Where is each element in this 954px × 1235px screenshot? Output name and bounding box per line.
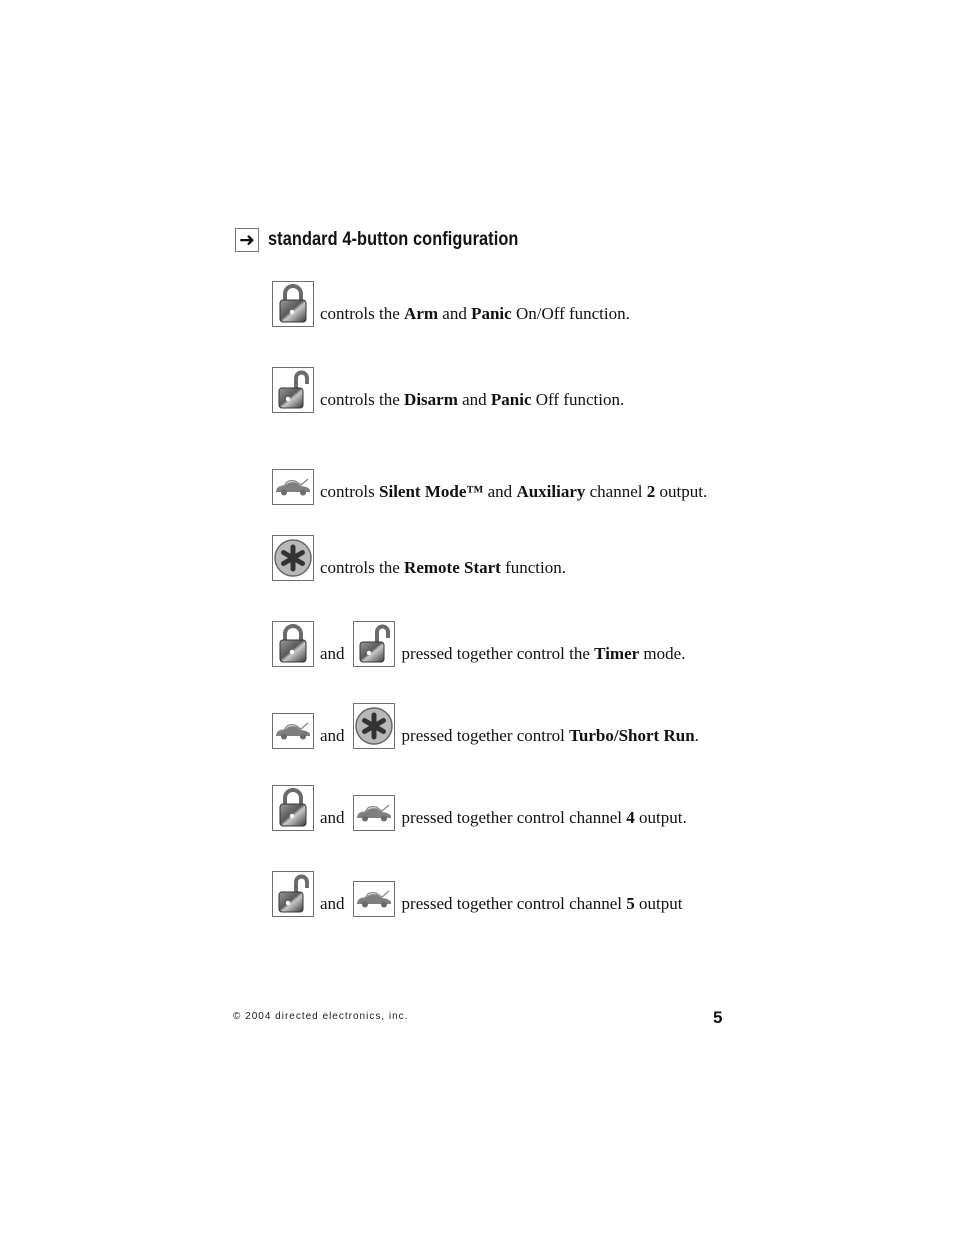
lock-closed-icon — [278, 284, 308, 324]
trunk-button — [272, 713, 314, 749]
text-segment: Off function. — [531, 390, 625, 409]
text-segment: controls — [320, 482, 380, 501]
arrow-right-icon: ➜ — [235, 228, 259, 252]
emphasis-text: 2 — [646, 482, 656, 501]
description-text: controls the Disarm and Panic Off functi… — [320, 390, 624, 413]
emphasis-text: Turbo/Short Run — [569, 726, 695, 745]
remote-start-button — [272, 535, 314, 581]
car-trunk-icon — [356, 888, 392, 910]
lock-open-icon — [358, 624, 390, 664]
connector-text: and — [320, 894, 345, 913]
emphasis-text: 4 — [626, 808, 635, 827]
emphasis-text: 5 — [626, 894, 635, 913]
lock-open-icon — [277, 874, 309, 914]
text-segment: pressed together control channel — [401, 808, 627, 827]
emphasis-text: Timer — [594, 644, 640, 663]
list-item: controls the Disarm and Panic Off functi… — [272, 367, 624, 413]
text-segment: channel — [585, 482, 647, 501]
emphasis-text: Panic — [490, 390, 532, 409]
section-title: standard 4-button configuration — [268, 229, 519, 250]
list-item: and pressed together control channel 4 ou… — [272, 785, 687, 831]
description-text: pressed together control the Timer mode. — [402, 644, 686, 667]
text-segment: output. — [634, 808, 687, 827]
description-text: controls Silent Mode™ and Auxiliary chan… — [320, 482, 707, 505]
text-segment: controls the — [320, 304, 405, 323]
trunk-button — [352, 795, 395, 831]
unlock-button — [352, 621, 395, 667]
trunk-button — [272, 469, 314, 505]
emphasis-text: Silent Mode™ — [379, 482, 484, 501]
emphasis-text: Disarm — [404, 390, 458, 409]
remote-start-button — [352, 703, 395, 749]
text-segment: and — [483, 482, 517, 501]
lock-button — [272, 621, 314, 667]
car-trunk-icon — [275, 720, 311, 742]
text-segment: output. — [655, 482, 708, 501]
text-segment: and — [457, 390, 491, 409]
emphasis-text: Arm — [404, 304, 439, 323]
emphasis-text: Remote Start — [404, 558, 501, 577]
list-item: and pressed together control Turbo/Short … — [272, 703, 699, 749]
trunk-button — [352, 881, 395, 917]
list-item: and pressed together control the Timer mo… — [272, 621, 685, 667]
unlock-button — [272, 871, 314, 917]
unlock-button — [272, 367, 314, 413]
section-heading: ➜ standard 4-button configuration — [235, 228, 559, 252]
text-segment: controls the — [320, 558, 405, 577]
lock-open-icon — [277, 370, 309, 410]
connector-text: and — [320, 726, 345, 745]
copyright: © 2004 directed electronics, inc. — [233, 1011, 409, 1022]
list-item: controls the Arm and Panic On/Off functi… — [272, 281, 630, 327]
description-text: controls the Remote Start function. — [320, 558, 566, 581]
lock-closed-icon — [278, 624, 308, 664]
list-item: and pressed together control channel 5 ou… — [272, 871, 682, 917]
text-segment: pressed together control — [401, 726, 570, 745]
emphasis-text: Auxiliary — [516, 482, 586, 501]
lock-closed-icon — [278, 788, 308, 828]
connector-text: and — [320, 644, 345, 663]
text-segment: and — [438, 304, 472, 323]
description-text: controls the Arm and Panic On/Off functi… — [320, 304, 630, 327]
list-item: controls Silent Mode™ and Auxiliary chan… — [272, 459, 707, 505]
connector-text: and — [320, 808, 345, 827]
emphasis-text: Panic — [471, 304, 512, 323]
text-segment: output — [634, 894, 683, 913]
text-segment: function. — [500, 558, 566, 577]
text-segment: . — [694, 726, 699, 745]
text-segment: pressed together control the — [401, 644, 595, 663]
list-item: controls the Remote Start function. — [272, 535, 566, 581]
text-segment: controls the — [320, 390, 405, 409]
text-segment: pressed together control channel — [401, 894, 627, 913]
lock-button — [272, 785, 314, 831]
asterisk-icon — [354, 706, 394, 746]
description-text: pressed together control Turbo/Short Run… — [402, 726, 699, 749]
lock-button — [272, 281, 314, 327]
description-text: pressed together control channel 4 outpu… — [402, 808, 687, 831]
text-segment: mode. — [639, 644, 686, 663]
car-trunk-icon — [356, 802, 392, 824]
car-trunk-icon — [275, 476, 311, 498]
text-segment: On/Off function. — [511, 304, 630, 323]
asterisk-icon — [273, 538, 313, 578]
page-number: 5 — [713, 1008, 723, 1027]
description-text: pressed together control channel 5 outpu… — [402, 894, 683, 917]
